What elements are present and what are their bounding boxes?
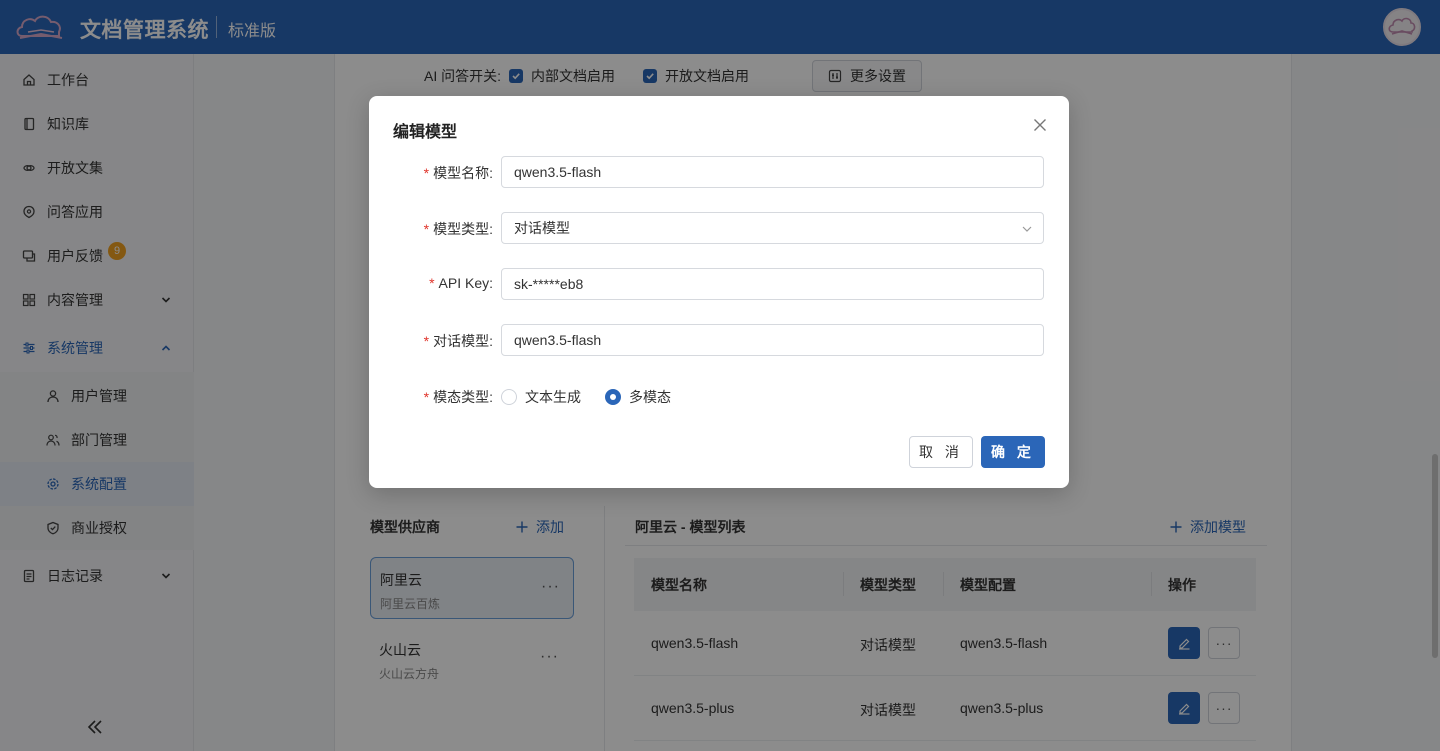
- chat-model-input[interactable]: qwen3.5-flash: [501, 324, 1044, 356]
- modality-label: * 模态类型:: [423, 389, 493, 405]
- form-row-model-name: * 模型名称: qwen3.5-flash: [369, 156, 1069, 188]
- model-type-value: 对话模型: [514, 220, 570, 236]
- form-row-model-type: * 模型类型: 对话模型: [369, 212, 1069, 244]
- confirm-button[interactable]: 确 定: [981, 436, 1045, 468]
- modality-radio-group: 文本生成 多模态: [501, 387, 671, 407]
- cancel-button[interactable]: 取 消: [909, 436, 973, 468]
- radio-text-generation-label[interactable]: 文本生成: [525, 387, 581, 407]
- form-row-chat-model: * 对话模型: qwen3.5-flash: [369, 324, 1069, 356]
- dialog-title: 编辑模型: [393, 124, 458, 141]
- radio-multimodal[interactable]: [605, 389, 621, 405]
- api-key-input[interactable]: sk-*****eb8: [501, 268, 1044, 300]
- api-key-label: * API Key:: [429, 275, 493, 291]
- chat-model-label: * 对话模型:: [423, 333, 493, 349]
- radio-text-generation[interactable]: [501, 389, 517, 405]
- form-row-modality: * 模态类型: 文本生成 多模态: [369, 380, 1069, 412]
- close-dialog-button[interactable]: [1031, 116, 1049, 134]
- close-icon: [1034, 119, 1046, 131]
- edit-model-dialog: 编辑模型 * 模型名称: qwen3.5-flash * 模型类型: 对话模型 * A…: [369, 96, 1069, 488]
- chevron-down-icon: [1022, 226, 1032, 232]
- radio-multimodal-label[interactable]: 多模态: [629, 387, 671, 407]
- model-name-label: * 模型名称:: [423, 165, 493, 181]
- model-type-label: * 模型类型:: [423, 221, 493, 237]
- form-row-api-key: * API Key: sk-*****eb8: [369, 268, 1069, 300]
- model-type-select[interactable]: 对话模型: [501, 212, 1044, 244]
- model-name-input[interactable]: qwen3.5-flash: [501, 156, 1044, 188]
